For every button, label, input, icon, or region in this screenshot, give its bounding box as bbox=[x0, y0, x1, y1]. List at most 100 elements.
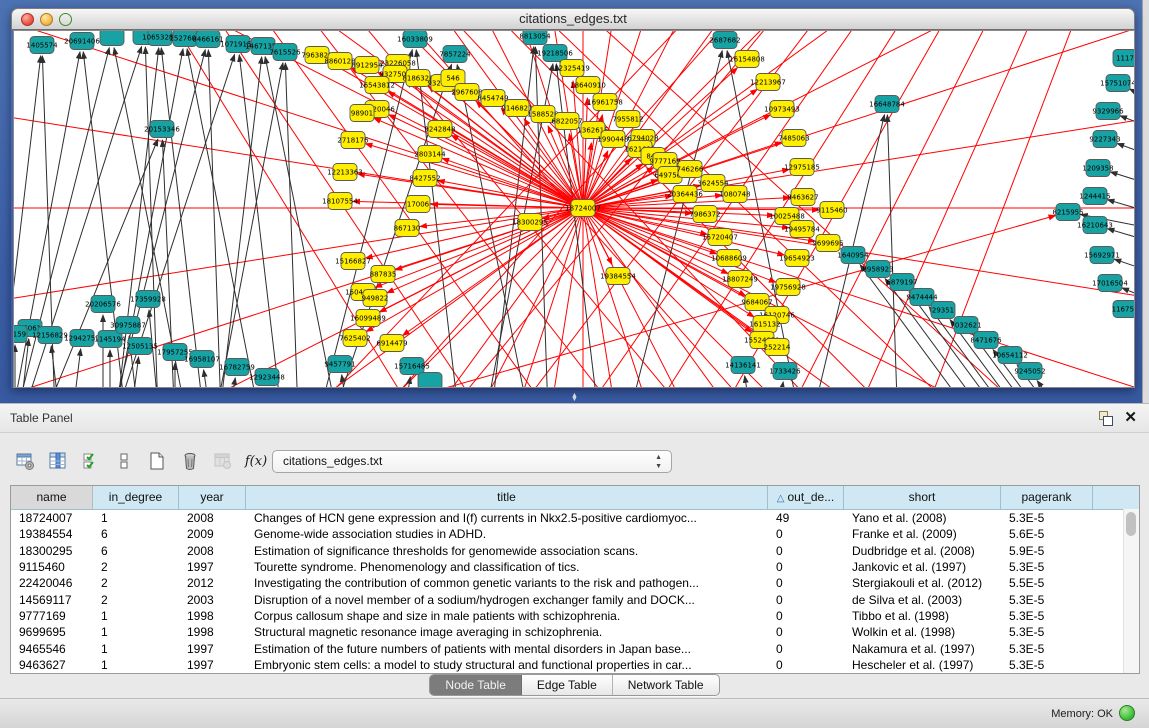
graph-node[interactable]: 7986372 bbox=[689, 206, 720, 223]
graph-node[interactable]: 16210643 bbox=[1077, 217, 1113, 234]
graph-node[interactable]: 15751074 bbox=[1100, 75, 1134, 92]
graph-node[interactable]: 12213967 bbox=[750, 74, 786, 91]
graph-node[interactable]: 15166827 bbox=[335, 253, 371, 270]
graph-node[interactable]: 8813054 bbox=[519, 31, 551, 45]
graph-node[interactable]: 18107554 bbox=[322, 193, 358, 210]
graph-node[interactable]: 19756928 bbox=[770, 279, 806, 296]
graph-node[interactable]: 7032621 bbox=[950, 317, 981, 334]
column-header-short[interactable]: short bbox=[844, 486, 1001, 509]
tab-node-table[interactable]: Node Table bbox=[430, 675, 522, 695]
graph-node[interactable]: 20691406 bbox=[64, 33, 100, 50]
graph-node[interactable]: 20206576 bbox=[85, 296, 121, 313]
graph-node[interactable]: 12975185 bbox=[784, 159, 820, 176]
graph-node[interactable]: 6914479 bbox=[376, 335, 407, 352]
graph-node[interactable]: 746266 bbox=[677, 161, 704, 178]
graph-node[interactable]: 16033809 bbox=[397, 31, 433, 48]
graph-node[interactable]: 1244415 bbox=[1079, 188, 1110, 205]
show-columns-icon[interactable] bbox=[47, 450, 69, 472]
graph-node[interactable]: 19654923 bbox=[779, 250, 815, 267]
row-height-icon[interactable] bbox=[113, 450, 135, 472]
graph-node[interactable]: 98901 bbox=[350, 105, 374, 122]
graph-node[interactable]: 18300295 bbox=[512, 214, 548, 231]
window-titlebar[interactable]: citations_edges.txt bbox=[11, 8, 1135, 30]
close-window-button[interactable] bbox=[21, 13, 34, 26]
column-header-title[interactable]: title bbox=[246, 486, 768, 509]
graph-node[interactable]: 1117 bbox=[1113, 50, 1134, 67]
graph-node[interactable]: 8471676 bbox=[970, 332, 1002, 349]
table-row[interactable]: 969969511998Structural magnetic resonanc… bbox=[11, 624, 1139, 640]
graph-node[interactable]: 8466161 bbox=[192, 31, 223, 48]
graph-node[interactable]: 7615526 bbox=[269, 44, 301, 61]
table-selector-dropdown[interactable]: citations_edges.txt ▲▼ bbox=[272, 450, 672, 473]
close-panel-icon[interactable]: ✕ bbox=[1124, 408, 1137, 426]
graph-node[interactable]: 7857224 bbox=[439, 46, 471, 63]
graph-node[interactable]: 1080748 bbox=[719, 186, 750, 203]
graph-node[interactable]: 887835 bbox=[370, 266, 397, 283]
graph-node[interactable]: 1640954 bbox=[837, 247, 869, 264]
create-column-icon[interactable] bbox=[146, 450, 168, 472]
zoom-window-button[interactable] bbox=[59, 13, 72, 26]
graph-node[interactable]: 29351 bbox=[931, 302, 955, 319]
graph-node[interactable]: 9699695 bbox=[812, 235, 843, 252]
graph-node[interactable]: 18640910 bbox=[570, 77, 606, 94]
graph-node[interactable]: 1615132 bbox=[749, 316, 780, 333]
table-row[interactable]: 946554611997Estimation of the future num… bbox=[11, 640, 1139, 656]
graph-node[interactable]: 9463627 bbox=[787, 189, 818, 206]
graph-node[interactable]: 15716485 bbox=[394, 358, 430, 375]
graph-node[interactable]: 7485063 bbox=[778, 130, 809, 147]
graph-node[interactable]: 2718176 bbox=[337, 132, 369, 149]
graph-node[interactable]: 1733426 bbox=[769, 363, 801, 380]
splitter-grip[interactable]: ▲▼ bbox=[570, 394, 579, 402]
graph-node[interactable]: 9242848 bbox=[424, 121, 455, 138]
graph-node[interactable]: 6879197 bbox=[886, 274, 917, 291]
float-panel-icon[interactable] bbox=[1098, 411, 1113, 425]
table-row[interactable]: 1872400712008Changes of HCN gene express… bbox=[11, 510, 1139, 526]
table-row[interactable]: 1938455462009Genome-wide association stu… bbox=[11, 526, 1139, 542]
table-row[interactable]: 1456911722003Disruption of a novel membe… bbox=[11, 591, 1139, 607]
graph-node[interactable]: 33159 bbox=[14, 326, 27, 343]
graph-node[interactable]: 7625402 bbox=[339, 330, 370, 347]
graph-node[interactable]: 16648784 bbox=[869, 96, 905, 113]
graph-node[interactable]: 949822 bbox=[362, 290, 389, 307]
delete-table-icon[interactable] bbox=[212, 450, 234, 472]
graph-node[interactable]: 9245052 bbox=[1014, 363, 1045, 380]
table-row[interactable]: 2242004622012Investigating the contribut… bbox=[11, 575, 1139, 591]
delete-column-icon[interactable] bbox=[179, 450, 201, 472]
graph-node[interactable]: 867130 bbox=[394, 220, 421, 237]
graph-node[interactable]: 1405574 bbox=[26, 37, 58, 54]
graph-node[interactable]: 19384554 bbox=[600, 268, 636, 285]
select-columns-icon[interactable] bbox=[80, 450, 102, 472]
graph-node[interactable]: 15692971 bbox=[1084, 247, 1120, 264]
table-scrollbar[interactable] bbox=[1123, 509, 1139, 673]
graph-node[interactable]: 14136141 bbox=[725, 357, 761, 374]
table-mode-icon[interactable] bbox=[14, 450, 36, 472]
column-header-pagerank[interactable]: pagerank bbox=[1001, 486, 1093, 509]
column-header-out_de[interactable]: △out_de... bbox=[768, 486, 844, 509]
graph-node[interactable]: 16961758 bbox=[587, 94, 623, 111]
graph-node[interactable]: 7955812 bbox=[612, 111, 643, 128]
graph-node[interactable] bbox=[418, 373, 442, 388]
graph-node[interactable]: 16154808 bbox=[729, 51, 765, 68]
graph-node[interactable]: 8215955 bbox=[1052, 204, 1083, 221]
tab-network-table[interactable]: Network Table bbox=[613, 675, 719, 695]
graph-node[interactable]: 116753 bbox=[1112, 301, 1134, 318]
graph-node[interactable]: 19218506 bbox=[537, 45, 573, 62]
table-row[interactable]: 946362711997Embryonic stem cells: a mode… bbox=[11, 657, 1139, 673]
column-header-name[interactable]: name bbox=[11, 486, 93, 509]
memory-status-indicator[interactable] bbox=[1119, 705, 1135, 721]
graph-node[interactable]: 10654112 bbox=[992, 347, 1028, 364]
graph-node[interactable]: 10688609 bbox=[711, 250, 747, 267]
graph-node[interactable]: 17016504 bbox=[1092, 275, 1128, 292]
function-builder-icon[interactable]: f(x) bbox=[245, 450, 267, 472]
graph-node[interactable]: 8958923 bbox=[862, 261, 893, 278]
graph-node[interactable] bbox=[100, 31, 124, 46]
minimize-window-button[interactable] bbox=[40, 13, 53, 26]
scrollbar-thumb[interactable] bbox=[1126, 512, 1136, 536]
network-canvas[interactable]: 1405574206914061065328715276028466161107… bbox=[13, 30, 1135, 388]
graph-node[interactable]: 9115460 bbox=[816, 202, 847, 219]
table-row[interactable]: 977716911998Corpus callosum shape and si… bbox=[11, 608, 1139, 624]
column-header-year[interactable]: year bbox=[179, 486, 246, 509]
graph-node[interactable]: 2687682 bbox=[709, 32, 740, 49]
graph-node[interactable]: 17006 bbox=[406, 196, 430, 213]
graph-node[interactable]: 1209358 bbox=[1082, 160, 1113, 177]
